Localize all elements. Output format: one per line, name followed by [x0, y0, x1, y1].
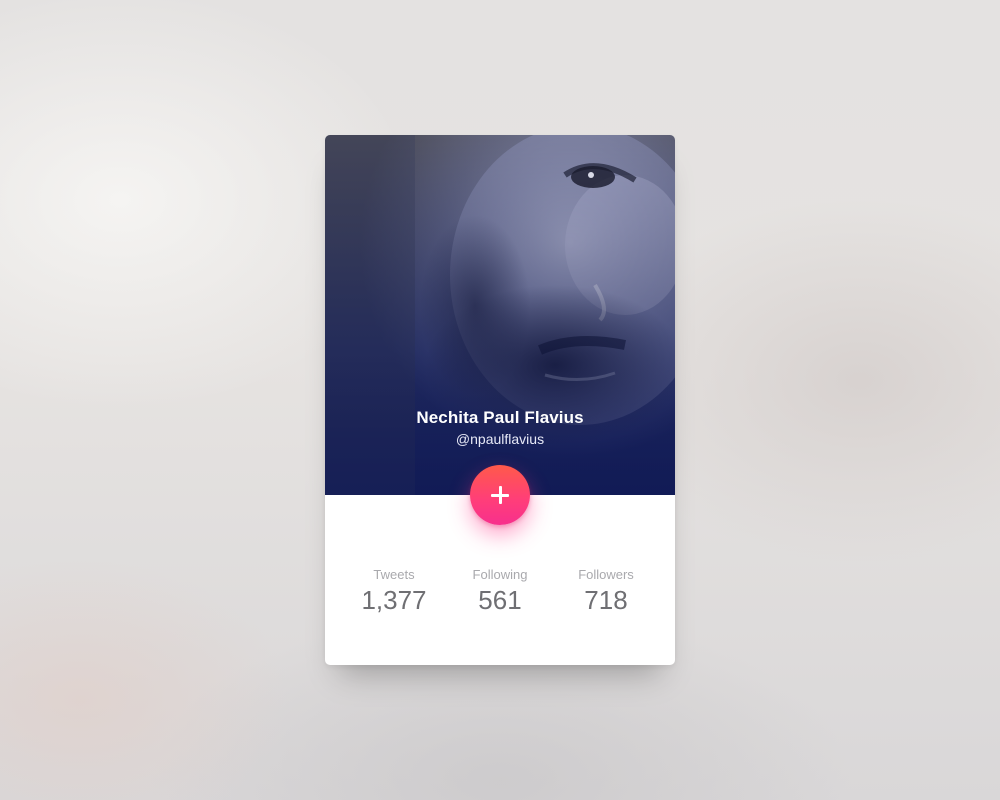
stat-label: Followers: [578, 567, 634, 582]
profile-name: Nechita Paul Flavius: [416, 408, 584, 427]
stat-value: 1,377: [361, 585, 427, 615]
profile-cover-photo: Nechita Paul Flavius @npaulflavius: [325, 135, 675, 495]
stat-tweets[interactable]: Tweets 1,377: [339, 567, 449, 616]
stat-followers[interactable]: Followers 718: [551, 567, 661, 616]
stat-value: 718: [584, 585, 628, 615]
stat-label: Tweets: [373, 567, 415, 582]
stat-label: Following: [472, 567, 528, 582]
profile-card: Nechita Paul Flavius @npaulflavius Tweet…: [325, 135, 675, 665]
follow-button[interactable]: [470, 465, 530, 525]
stat-value: 561: [478, 585, 522, 615]
profile-handle[interactable]: @npaulflavius: [325, 431, 675, 447]
stat-following[interactable]: Following 561: [445, 567, 555, 616]
